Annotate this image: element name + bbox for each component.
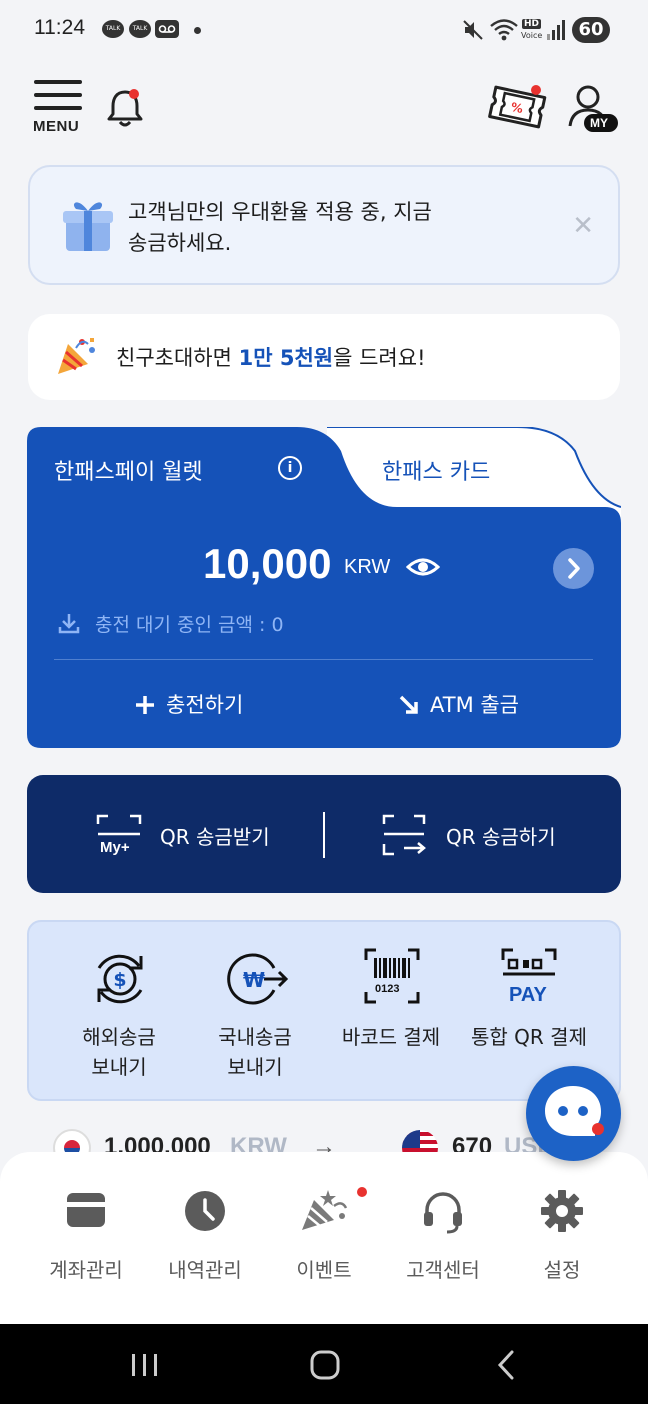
close-icon[interactable]: ✕: [572, 211, 594, 241]
battery-indicator: 60: [572, 17, 610, 43]
notice-message: 고객님만의 우대환율 적용 중, 지금 송금하세요.: [128, 200, 432, 255]
overseas-remit-label: 해외송금 보내기: [82, 1025, 156, 1079]
gift-box-icon: [63, 202, 113, 251]
nav-label-settings: 설정: [543, 1258, 581, 1282]
qr-separator: [323, 812, 325, 858]
mute-icon: [463, 20, 483, 40]
kakaotalk-icon: TALK: [102, 20, 124, 38]
barcode-pay-label: 바코드 결제: [341, 1025, 441, 1049]
signal-icon: [547, 20, 565, 40]
integrated-qr-pay-label: 통합 QR 결제: [471, 1025, 587, 1049]
invite-message: 친구초대하면 1만 5천원을 드려요!: [116, 346, 426, 370]
headset-icon: [424, 1192, 462, 1234]
menu-button[interactable]: [34, 80, 82, 119]
clock-icon: [185, 1191, 225, 1231]
back-icon[interactable]: [494, 1350, 518, 1380]
party-popper-icon: [302, 1190, 348, 1230]
menu-label: MENU: [33, 118, 80, 135]
my-plus-label: My+: [100, 839, 130, 856]
qr-send-icon: [382, 814, 426, 856]
party-popper-icon: [58, 338, 95, 374]
barcode-pay-button[interactable]: 0123: [316, 940, 466, 1090]
tab-hanpass-card[interactable]: 한패스 카드: [382, 454, 490, 486]
domestic-remittance-icon: ₩: [227, 953, 289, 1005]
qr-send-label: QR 송금하기: [446, 825, 556, 849]
gear-icon: [541, 1190, 583, 1232]
kakaotalk-icon: TALK: [129, 20, 151, 38]
notification-dot-icon: [194, 27, 201, 34]
info-icon[interactable]: i: [278, 456, 302, 480]
hd-voice-badge: HD: [522, 19, 542, 29]
download-icon: [58, 614, 80, 634]
home-icon[interactable]: [310, 1350, 340, 1380]
svg-text:$: $: [113, 969, 126, 991]
wallet-divider: [54, 659, 593, 660]
status-bar: 11:24 TALK TALK HD Voice 60: [0, 0, 648, 60]
barcode-number: 0123: [375, 983, 400, 995]
pay-label: PAY: [509, 984, 547, 1006]
atm-withdraw-label: ATM 출금: [430, 693, 519, 717]
bell-icon[interactable]: [104, 86, 146, 130]
my-label: MY: [590, 116, 608, 130]
eye-icon[interactable]: [406, 555, 440, 579]
qr-pay-icon: [501, 948, 557, 976]
wallet-balance: 10,000: [203, 540, 332, 587]
nav-label-customer-center: 고객센터: [406, 1258, 480, 1282]
voice-label: Voice: [521, 31, 543, 40]
status-time: 11:24: [34, 16, 85, 39]
plus-icon: [136, 696, 154, 714]
qr-receive-label: QR 송금받기: [160, 825, 270, 849]
recent-apps-icon[interactable]: [130, 1352, 160, 1378]
svg-text:₩: ₩: [243, 968, 265, 992]
domestic-remit-label: 국내송금 보내기: [218, 1025, 292, 1079]
card-icon: [67, 1193, 105, 1227]
overseas-remittance-icon: $: [97, 954, 143, 1004]
friend-invite-banner[interactable]: 친구초대하면 1만 5천원을 드려요!: [28, 314, 620, 400]
charge-label: 충전하기: [166, 693, 244, 717]
pending-charge-amount: 충전 대기 중인 금액 : 0: [95, 614, 284, 636]
arrow-down-right-icon: [399, 695, 418, 714]
balance-currency: KRW: [344, 556, 391, 578]
barcode-icon: [364, 948, 420, 1004]
nav-label-event: 이벤트: [296, 1258, 352, 1282]
wallet-detail-button[interactable]: [553, 548, 594, 589]
event-new-dot-icon: [357, 1187, 367, 1197]
chevron-right-icon: [568, 558, 580, 579]
tab-hanpass-wallet[interactable]: 한패스페이 월렛: [54, 454, 203, 486]
nav-label-account: 계좌관리: [49, 1258, 123, 1282]
voicemail-icon: [155, 20, 179, 38]
coupon-icon[interactable]: %: [484, 84, 550, 132]
nav-label-history: 내역관리: [168, 1258, 242, 1282]
preferential-rate-notice[interactable]: 고객님만의 우대환율 적용 중, 지금 송금하세요. ✕: [28, 165, 620, 285]
system-navigation-bar: [0, 1324, 648, 1404]
chat-bubble-icon: [545, 1086, 604, 1136]
wifi-icon: [490, 19, 518, 41]
chat-fab[interactable]: [526, 1066, 621, 1161]
